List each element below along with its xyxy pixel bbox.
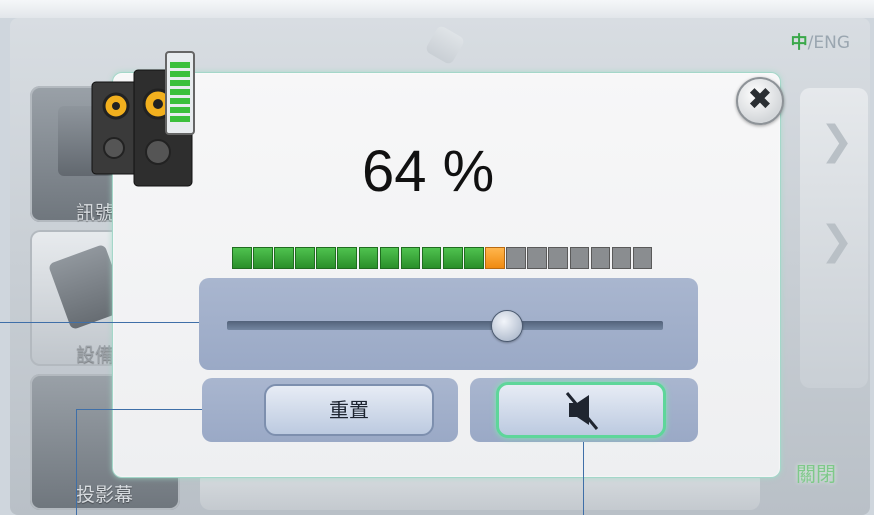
level-segment [274, 247, 294, 269]
level-segment [485, 247, 505, 269]
level-segment [506, 247, 526, 269]
level-segment [548, 247, 568, 269]
volume-slider-thumb[interactable] [491, 310, 524, 342]
callout-line [76, 409, 77, 515]
close-icon: ✖ [747, 82, 773, 117]
callout-line [583, 442, 584, 515]
level-segment [464, 247, 484, 269]
level-segment [632, 247, 653, 269]
volume-percent: 64 % [362, 139, 495, 204]
level-segment [590, 247, 611, 269]
speakers-volume-icon [91, 51, 195, 187]
mute-panel [470, 378, 698, 442]
level-segment [253, 247, 273, 269]
reset-panel: 重置 [202, 378, 458, 442]
lang-chinese[interactable]: 中 [791, 33, 808, 53]
lang-english[interactable]: ENG [813, 33, 850, 53]
level-segment [295, 247, 315, 269]
language-toggle[interactable]: 中/ENG [791, 28, 850, 53]
level-segment [569, 247, 590, 269]
speaker-mute-icon [565, 392, 599, 430]
volume-level-meter [232, 247, 654, 271]
level-segment [358, 247, 379, 269]
sidebar-item-label: 設備 [76, 344, 115, 366]
callout-line [0, 322, 199, 323]
right-nav-panel: ❯ ❯ [800, 88, 868, 388]
callout-line [76, 409, 202, 410]
level-segment [611, 247, 632, 269]
chevron-right-icon[interactable]: ❯ [820, 118, 854, 164]
level-segment [400, 247, 421, 269]
close-app-button[interactable]: 關閉 [796, 458, 836, 487]
reset-button[interactable]: 重置 [264, 384, 434, 436]
sidebar-item-label: 訊號 [76, 202, 115, 224]
level-segment [379, 247, 400, 269]
sidebar-item-label: 投影幕 [76, 484, 134, 506]
level-segment [442, 247, 463, 269]
level-segment [421, 247, 442, 269]
top-strip [0, 0, 874, 18]
level-segment [337, 247, 358, 269]
mute-button[interactable] [496, 382, 666, 438]
level-segment [527, 247, 547, 269]
chevron-right-icon[interactable]: ❯ [820, 218, 854, 264]
volume-slider-track[interactable] [227, 321, 663, 330]
level-segment [232, 247, 252, 269]
volume-slider-panel [199, 278, 698, 370]
level-segment [316, 247, 336, 269]
close-dialog-button[interactable]: ✖ [736, 77, 784, 125]
